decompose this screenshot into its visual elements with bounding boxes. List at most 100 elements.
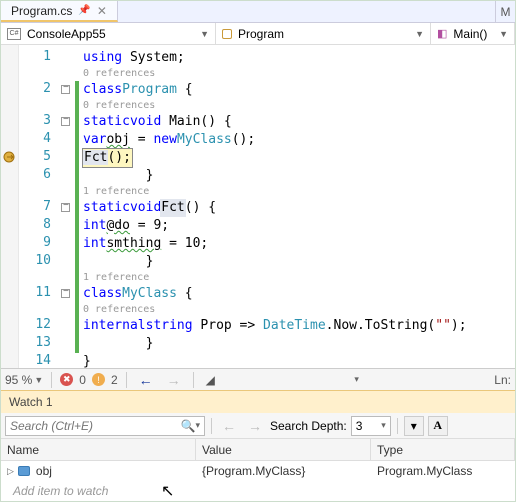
col-header-value[interactable]: Value	[196, 439, 371, 460]
line-number: 11	[19, 285, 59, 303]
col-header-name[interactable]: Name	[1, 439, 196, 460]
watch-panel: Watch 1 🔍 ▾ ← → Search Depth: 3 ▾ ▾ A Na…	[1, 390, 515, 501]
change-marker	[75, 149, 79, 167]
code-line[interactable]: int @do = 9;	[83, 217, 515, 235]
search-icon[interactable]: 🔍	[181, 419, 196, 433]
code-line[interactable]: }	[83, 353, 515, 368]
document-tab-program[interactable]: Program.cs 📌 ✕	[1, 1, 118, 22]
error-count: 0	[79, 373, 86, 387]
watch-search-box[interactable]: 🔍 ▾	[5, 416, 205, 436]
search-input[interactable]	[10, 419, 181, 433]
watch-value-cell[interactable]: {Program.MyClass}	[196, 464, 371, 478]
line-number	[19, 99, 59, 113]
separator	[397, 418, 398, 434]
chevron-down-icon[interactable]: ▾	[195, 420, 200, 431]
col-header-type[interactable]: Type	[371, 439, 515, 460]
search-depth-label: Search Depth:	[270, 419, 347, 433]
chevron-down-icon: ▼	[200, 29, 209, 39]
change-marker	[75, 99, 79, 113]
change-marker	[75, 253, 79, 271]
fold-gutter[interactable]	[59, 45, 75, 368]
watch-title-bar[interactable]: Watch 1	[1, 391, 515, 413]
nav-forward-button: →	[163, 372, 185, 388]
code-line[interactable]: static void Main() {	[83, 113, 515, 131]
separator	[126, 372, 127, 388]
error-icon[interactable]: ✖	[60, 373, 73, 386]
close-icon[interactable]: ✕	[97, 4, 107, 18]
zoom-dropdown[interactable]: 95 % ▼	[5, 373, 43, 387]
search-depth-dropdown[interactable]: 3 ▾	[351, 416, 391, 436]
change-marker	[75, 303, 79, 317]
watch-name-cell[interactable]: ▷obj	[1, 464, 196, 478]
separator	[51, 372, 52, 388]
tab-overflow-button[interactable]: M	[495, 1, 515, 22]
line-number: 12	[19, 317, 59, 335]
breakpoint-gutter[interactable]	[1, 45, 19, 368]
change-marker	[75, 185, 79, 199]
expand-icon[interactable]: ▷	[7, 466, 14, 477]
line-number	[19, 185, 59, 199]
flag-icon[interactable]: ◢	[202, 373, 219, 387]
fold-toggle[interactable]	[61, 117, 70, 126]
document-tabbar: Program.cs 📌 ✕ M	[1, 1, 515, 23]
add-item-placeholder[interactable]: Add item to watch	[1, 484, 196, 498]
codelens-references[interactable]: 0 references	[83, 303, 515, 317]
line-number: 13	[19, 335, 59, 353]
code-line[interactable]: int smthing = 10;	[83, 235, 515, 253]
change-marker	[75, 285, 79, 303]
project-dropdown[interactable]: C# ConsoleApp55 ▼	[1, 23, 216, 44]
code-line[interactable]: Fct();	[83, 149, 515, 167]
text-format-button[interactable]: A	[428, 416, 448, 436]
fold-toggle[interactable]	[61, 85, 70, 94]
chevron-down-icon: ▼	[415, 29, 424, 39]
fold-toggle[interactable]	[61, 203, 70, 212]
codelens-references[interactable]: 1 reference	[83, 185, 515, 199]
line-number: 2	[19, 81, 59, 99]
nav-back-button[interactable]: ←	[135, 372, 157, 388]
current-statement-icon[interactable]	[3, 151, 17, 166]
line-number: 6	[19, 167, 59, 185]
search-prev-button: ←	[218, 418, 240, 434]
filter-button[interactable]: ▾	[404, 416, 424, 436]
member-dropdown[interactable]: ◧ Main() ▼	[431, 23, 515, 44]
codelens-references[interactable]: 0 references	[83, 67, 515, 81]
code-line[interactable]: static void Fct() {	[83, 199, 515, 217]
code-nav-bar: C# ConsoleApp55 ▼ Program ▼ ◧ Main() ▼	[1, 23, 515, 45]
line-number: 7	[19, 199, 59, 217]
watch-add-row[interactable]: Add item to watch ↖	[1, 481, 515, 501]
zoom-value: 95 %	[5, 373, 32, 387]
method-icon: ◧	[437, 27, 447, 40]
line-label: Ln:	[494, 373, 511, 387]
codelens-references[interactable]: 0 references	[83, 99, 515, 113]
watch-row[interactable]: ▷obj{Program.MyClass}Program.MyClass	[1, 461, 515, 481]
codelens-references[interactable]: 1 reference	[83, 271, 515, 285]
warning-count: 2	[111, 373, 118, 387]
change-marker	[75, 199, 79, 217]
change-marker	[75, 217, 79, 235]
pin-icon[interactable]: 📌	[78, 5, 90, 16]
tab-title: Program.cs	[11, 4, 72, 18]
chevron-down-icon: ▼	[34, 375, 43, 385]
class-dropdown[interactable]: Program ▼	[216, 23, 431, 44]
line-number	[19, 303, 59, 317]
change-marker	[75, 113, 79, 131]
project-name: ConsoleApp55	[27, 27, 106, 41]
warning-icon[interactable]: !	[92, 373, 105, 386]
watch-grid: Name Value Type ▷obj{Program.MyClass}Pro…	[1, 439, 515, 501]
line-number	[19, 67, 59, 81]
change-marker	[75, 81, 79, 99]
code-area[interactable]: using System; 0 referencesclass Program …	[79, 45, 515, 368]
watch-toolbar: 🔍 ▾ ← → Search Depth: 3 ▾ ▾ A	[1, 413, 515, 439]
chevron-down-icon[interactable]: ▾	[354, 374, 359, 385]
code-line[interactable]: var obj = new MyClass();	[83, 131, 515, 149]
change-marker	[75, 235, 79, 253]
separator	[211, 418, 212, 434]
fold-toggle[interactable]	[61, 289, 70, 298]
change-marker	[75, 167, 79, 185]
class-icon	[222, 29, 232, 39]
code-line[interactable]: internal string Prop => DateTime.Now.ToS…	[83, 317, 515, 335]
chevron-down-icon: ▾	[381, 420, 386, 431]
code-line[interactable]: }	[83, 335, 515, 353]
watch-grid-header: Name Value Type	[1, 439, 515, 461]
code-editor[interactable]: 1234567891011121314 using System; 0 refe…	[1, 45, 515, 368]
